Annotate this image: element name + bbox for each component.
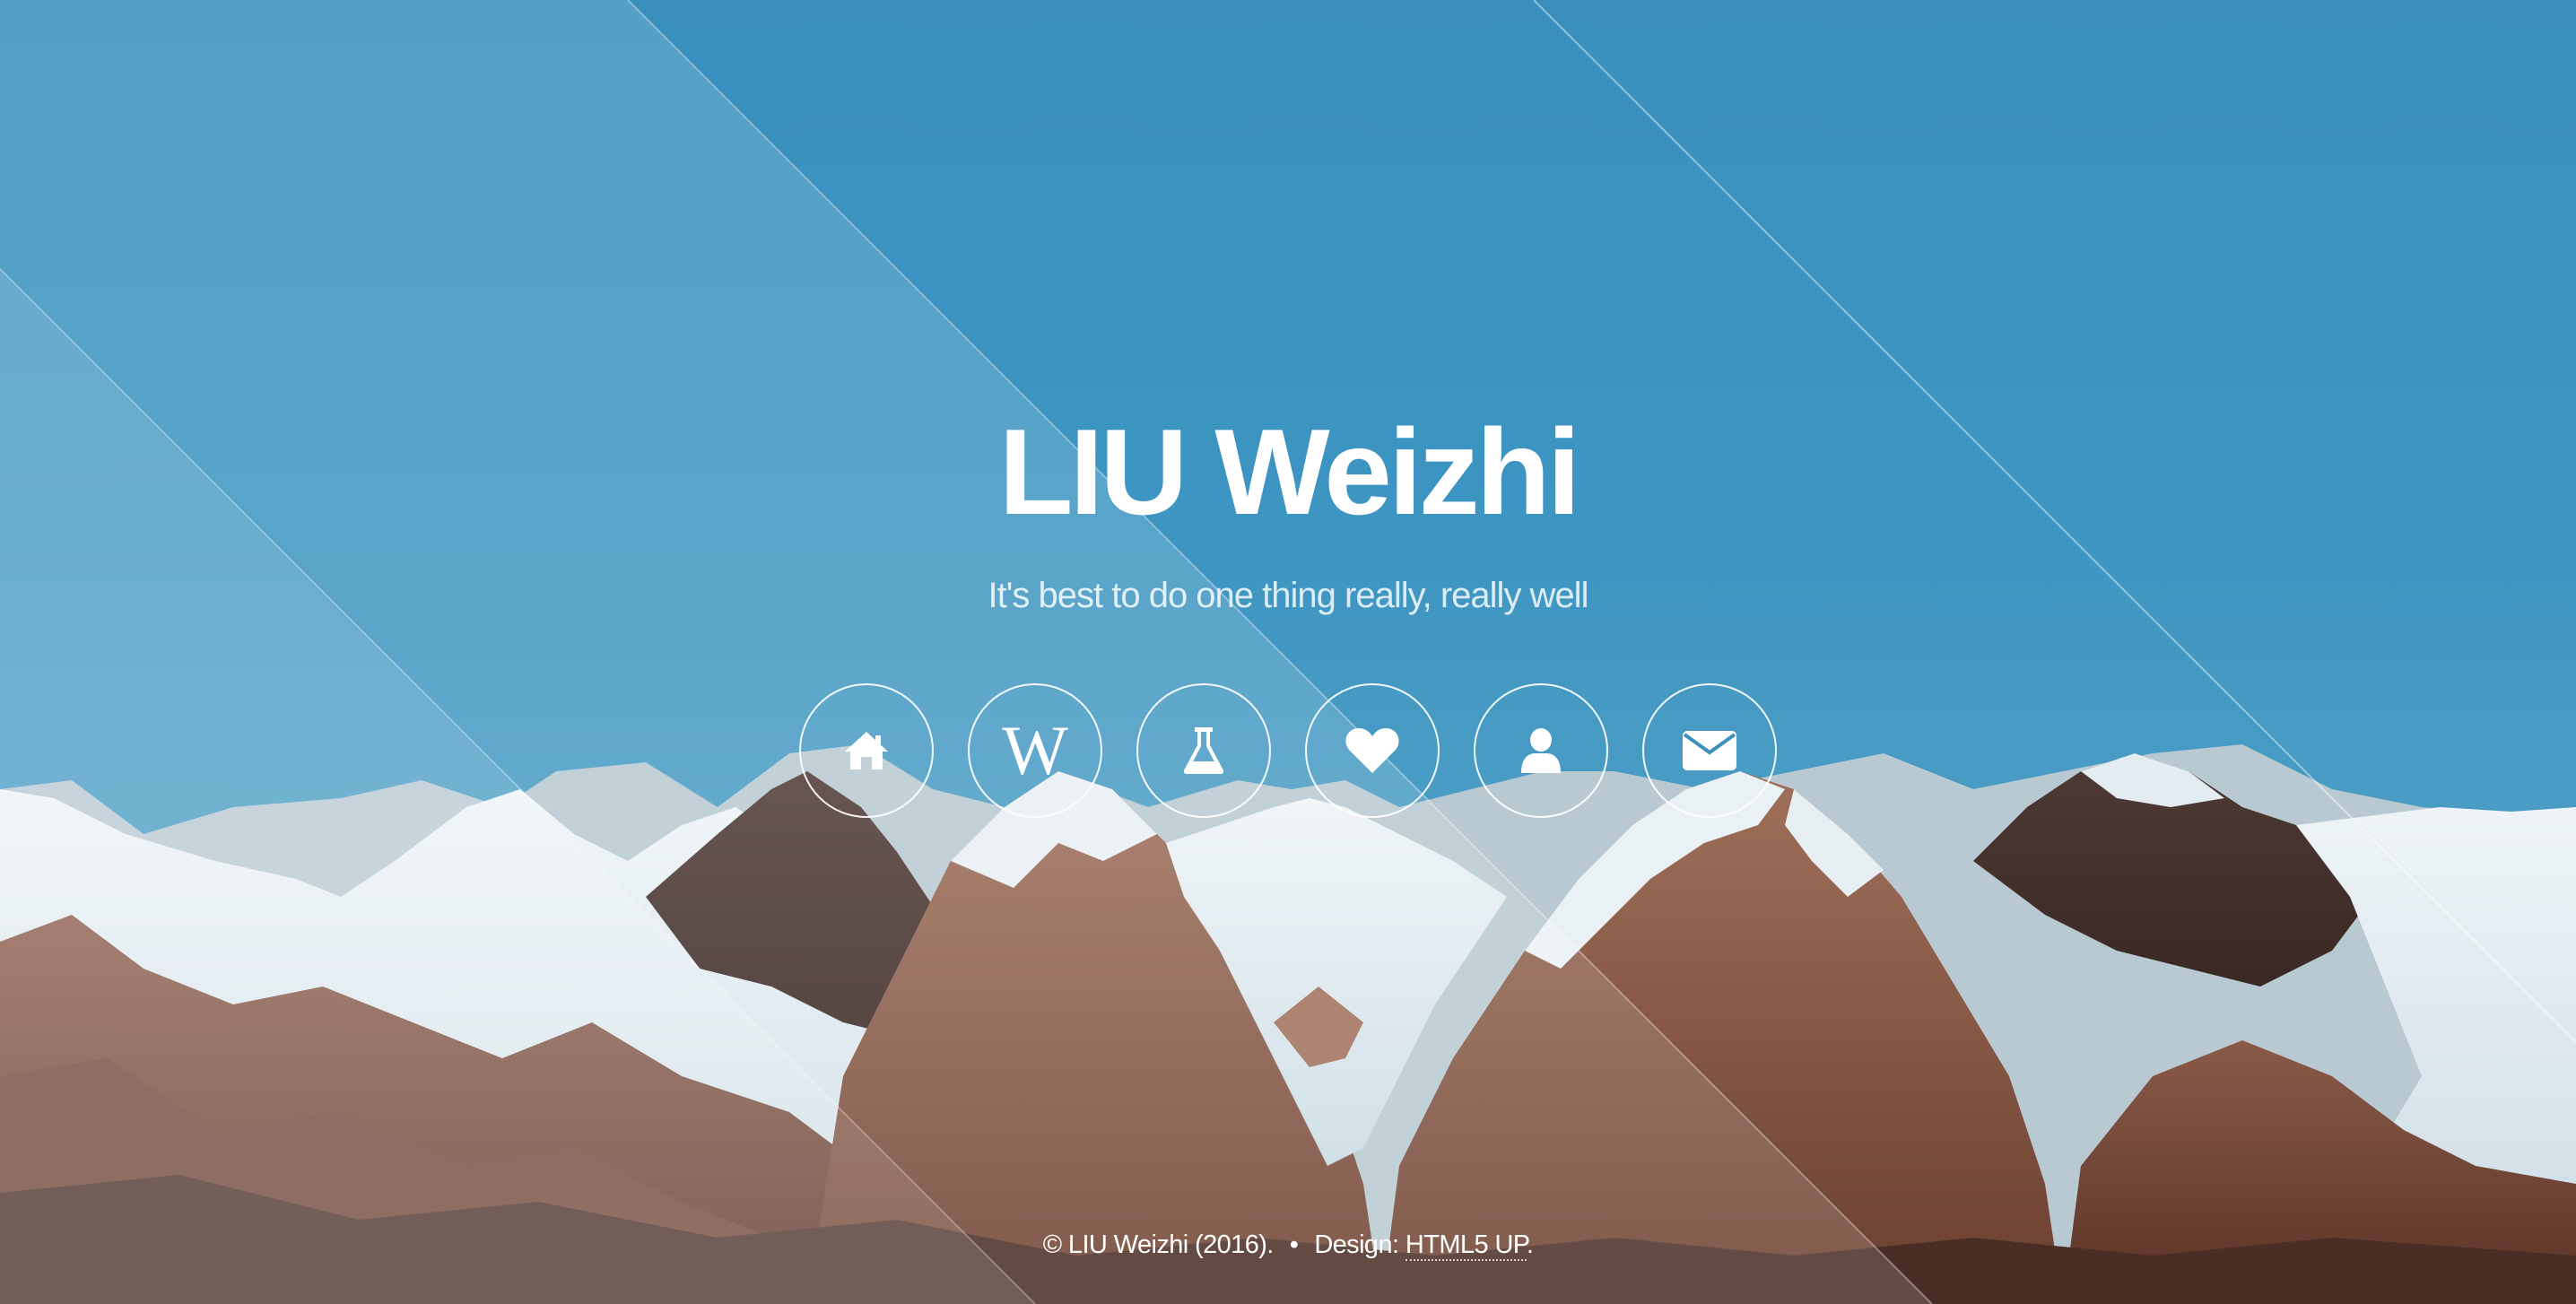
flask-icon	[1183, 727, 1224, 774]
html5up-link[interactable]: HTML5 UP	[1405, 1230, 1527, 1261]
profile-link[interactable]	[1474, 683, 1608, 818]
site-title: LIU Weizhi	[998, 404, 1580, 540]
user-icon	[1521, 728, 1561, 773]
footer: © LIU Weizhi (2016). • Design: HTML5 UP.	[0, 1227, 2576, 1263]
wikipedia-link[interactable]: W	[968, 683, 1102, 818]
page: LIU Weizhi It's best to do one thing rea…	[0, 0, 2576, 1304]
copyright-text: © LIU Weizhi (2016).	[1042, 1230, 1275, 1259]
wikipedia-icon: W	[1002, 711, 1068, 789]
social-icon-nav: W	[0, 683, 2576, 822]
envelope-icon	[1683, 731, 1736, 770]
home-icon	[845, 732, 888, 769]
hero: LIU Weizhi It's best to do one thing rea…	[0, 0, 2576, 1304]
footer-separator: •	[1289, 1230, 1299, 1259]
email-link[interactable]	[1642, 683, 1777, 818]
site-subtitle: It's best to do one thing really, really…	[988, 576, 1589, 615]
home-link[interactable]	[799, 683, 934, 818]
design-period: .	[1526, 1230, 1534, 1259]
design-label: Design:	[1314, 1230, 1399, 1259]
heart-icon	[1345, 728, 1399, 773]
lab-link[interactable]	[1136, 683, 1271, 818]
favorites-link[interactable]	[1305, 683, 1440, 818]
